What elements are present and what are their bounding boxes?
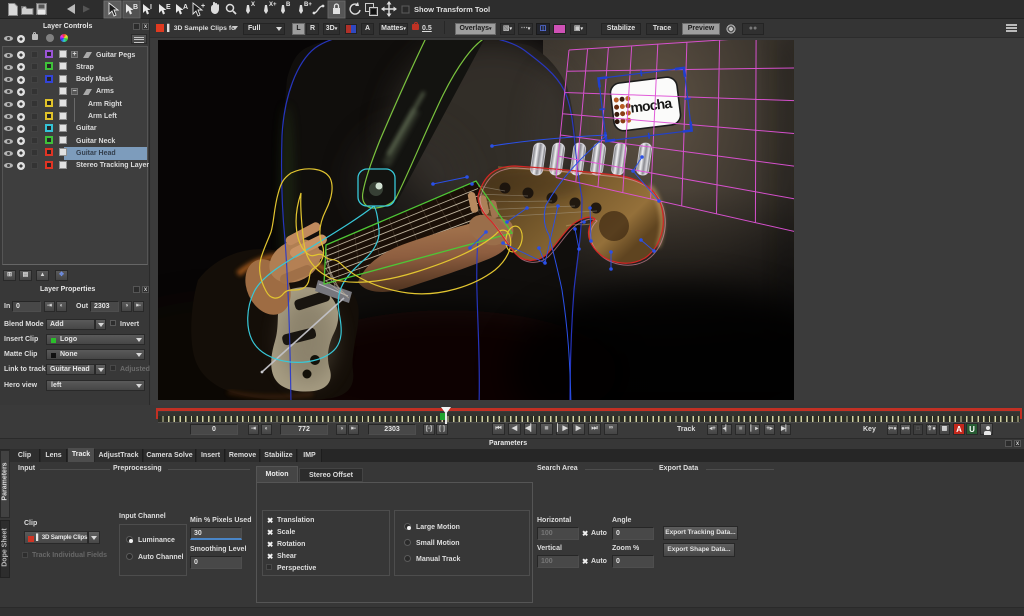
svg-text:B: B	[286, 2, 291, 8]
svg-text:E: E	[166, 4, 171, 11]
svg-text:A: A	[183, 4, 188, 11]
svg-text:X+: X+	[269, 2, 277, 8]
svg-text:I: I	[150, 4, 152, 11]
svg-text:B+: B+	[304, 2, 312, 8]
svg-text:+: +	[201, 3, 205, 10]
svg-text:B: B	[133, 4, 138, 11]
svg-text:Show Transform Tool: Show Transform Tool	[414, 5, 490, 14]
svg-text:X: X	[251, 2, 255, 8]
